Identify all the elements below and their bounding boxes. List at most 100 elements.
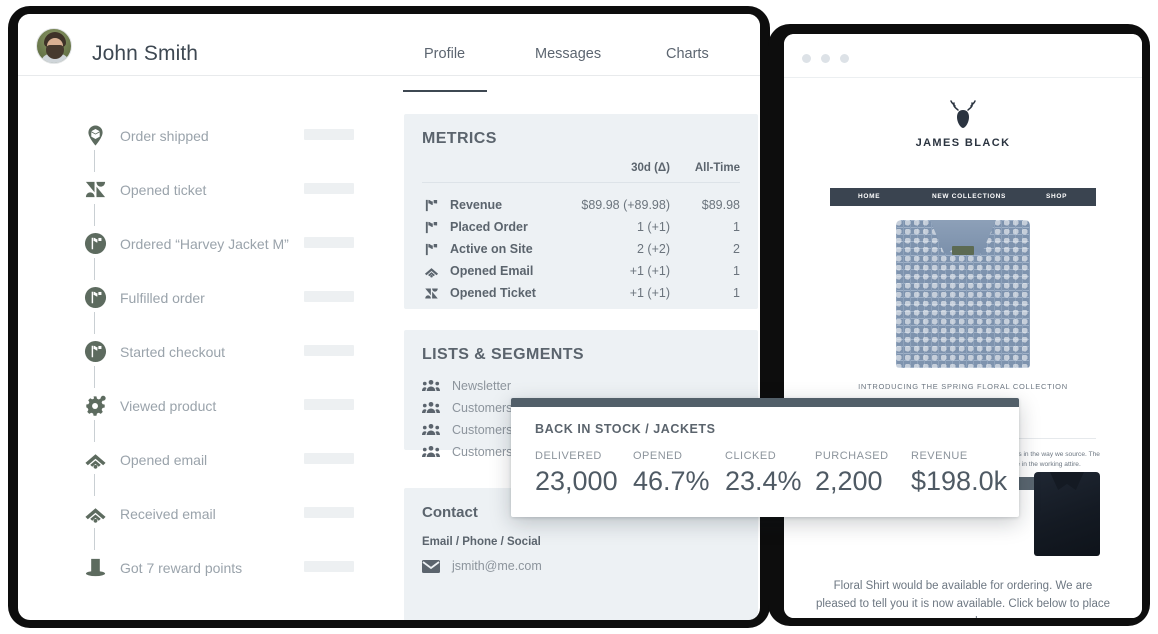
metrics-row: Revenue $89.98 (+89.98) $89.98 xyxy=(404,194,758,216)
people-group-icon xyxy=(422,445,440,459)
metrics-row: Opened Email +1 (+1) 1 xyxy=(404,260,758,282)
signal-icon xyxy=(82,500,108,526)
timeline-connector xyxy=(94,528,95,550)
window-dot-close[interactable] xyxy=(802,54,811,63)
avatar[interactable] xyxy=(36,28,72,64)
metrics-row-alltime: $89.98 xyxy=(701,198,740,212)
people-group-icon xyxy=(422,379,440,393)
metrics-divider xyxy=(422,182,740,183)
email-body: JAMES BLACK HOME NEW COLLECTIONS SHOP IN… xyxy=(784,78,1142,618)
overlay-stat-value: 46.7% xyxy=(633,466,710,496)
lists-title: LISTS & SEGMENTS xyxy=(422,346,584,363)
nav-item-shop[interactable]: SHOP xyxy=(1046,193,1067,200)
tab-profile[interactable]: Profile xyxy=(424,46,465,62)
metrics-row-name: Opened Ticket xyxy=(450,286,536,300)
contact-subtitle: Email / Phone / Social xyxy=(422,536,541,548)
overlay-title: BACK IN STOCK / JACKETS xyxy=(535,422,716,436)
email-navbar: HOME NEW COLLECTIONS SHOP xyxy=(830,188,1096,206)
campaign-stats-overlay: BACK IN STOCK / JACKETS DELIVERED 23,000 O… xyxy=(511,398,1019,517)
overlay-stat-value: 23,000 xyxy=(535,466,618,496)
timeline-connector xyxy=(94,258,95,280)
timeline-item-label: Opened email xyxy=(120,452,208,468)
nav-item-home[interactable]: HOME xyxy=(858,193,880,200)
timeline-item-timestamp-placeholder xyxy=(304,183,354,194)
nav-item-new-collections[interactable]: NEW COLLECTIONS xyxy=(932,193,1006,200)
timeline-item-label: Order shipped xyxy=(120,128,209,144)
flag-circle-icon xyxy=(82,284,108,310)
segment-list-item[interactable]: Newsletter xyxy=(404,376,758,398)
flag-circle-icon xyxy=(82,338,108,364)
people-group-icon xyxy=(422,401,440,415)
overlay-stat-value: 23.4% xyxy=(725,466,802,496)
timeline-item-label: Viewed product xyxy=(120,398,217,414)
overlay-stat: PURCHASED 2,200 xyxy=(815,450,889,497)
window-dot-maximize[interactable] xyxy=(840,54,849,63)
timeline-item[interactable]: Opened ticket xyxy=(18,170,386,224)
hero-caption: INTRODUCING THE SPRING FLORAL COLLECTION xyxy=(858,382,1068,391)
timeline-item-label: Got 7 reward points xyxy=(120,560,243,576)
overlay-accent-bar xyxy=(511,398,1019,407)
timeline-connector xyxy=(94,150,95,172)
overlay-stat-label: PURCHASED xyxy=(815,450,889,462)
timeline-item[interactable]: Started checkout xyxy=(18,332,386,386)
shipping-pin-icon xyxy=(82,122,108,148)
zendesk-icon xyxy=(82,176,108,202)
brand-header: JAMES BLACK xyxy=(784,100,1142,149)
metrics-col-alltime: All-Time xyxy=(694,162,740,174)
flag-icon xyxy=(422,240,440,258)
overlay-stat-value: 2,200 xyxy=(815,466,883,496)
metrics-row-name: Active on Site xyxy=(450,242,533,256)
timeline-item[interactable]: Got 7 reward points xyxy=(18,548,386,602)
flag-circle-icon xyxy=(82,230,108,256)
tab-charts[interactable]: Charts xyxy=(666,46,709,62)
people-group-icon xyxy=(422,423,440,437)
metrics-title: METRICS xyxy=(422,130,497,147)
envelope-icon xyxy=(422,560,440,573)
segment-list-item-label: Newsletter xyxy=(452,379,512,393)
email-body-copy: Floral Shirt would be available for orde… xyxy=(815,580,1111,618)
page-title: John Smith xyxy=(92,42,199,65)
timeline-item[interactable]: Opened email xyxy=(18,440,386,494)
profile-content-column: METRICS 30d (Δ) All-Time Revenue $89.98 (… xyxy=(386,76,760,620)
timeline-item[interactable]: Order shipped xyxy=(18,116,386,170)
metrics-row-30d: +1 (+1) xyxy=(629,286,670,300)
metrics-row-alltime: 1 xyxy=(733,220,740,234)
timeline-item-timestamp-placeholder xyxy=(304,345,354,356)
zendesk-icon xyxy=(422,284,440,302)
timeline-item-timestamp-placeholder xyxy=(304,399,354,410)
metrics-row-alltime: 1 xyxy=(733,286,740,300)
flag-icon xyxy=(422,218,440,236)
overlay-stat: OPENED 46.7% xyxy=(633,450,710,497)
brand-name: JAMES BLACK xyxy=(915,137,1011,149)
signal-icon xyxy=(82,446,108,472)
metrics-row: Placed Order 1 (+1) 1 xyxy=(404,216,758,238)
metrics-row-name: Placed Order xyxy=(450,220,528,234)
timeline-item-timestamp-placeholder xyxy=(304,129,354,140)
timeline-item[interactable]: Ordered “Harvey Jacket M” xyxy=(18,224,386,278)
tab-messages[interactable]: Messages xyxy=(535,46,601,62)
timeline-connector xyxy=(94,474,95,496)
timeline-item[interactable]: Received email xyxy=(18,494,386,548)
overlay-stat-label: OPENED xyxy=(633,450,683,462)
metrics-row: Active on Site 2 (+2) 2 xyxy=(404,238,758,260)
metrics-row-30d: +1 (+1) xyxy=(629,264,670,278)
metrics-row-30d: 1 (+1) xyxy=(636,220,670,234)
timeline-connector xyxy=(94,204,95,226)
window-dot-minimize[interactable] xyxy=(821,54,830,63)
metrics-card: METRICS 30d (Δ) All-Time Revenue $89.98 (… xyxy=(404,114,758,309)
hero-product-image xyxy=(896,220,1030,368)
email-preview-screen: JAMES BLACK HOME NEW COLLECTIONS SHOP IN… xyxy=(784,34,1142,618)
contact-email-value[interactable]: jsmith@me.com xyxy=(452,559,542,573)
browser-title-bar xyxy=(784,34,1142,78)
metrics-row-30d: $89.98 (+89.98) xyxy=(581,198,670,212)
timeline-item[interactable]: Viewed product xyxy=(18,386,386,440)
metrics-row-alltime: 1 xyxy=(733,264,740,278)
overlay-stat: REVENUE $198.0k xyxy=(911,450,1007,497)
profile-app-screen: John Smith Profile Messages Charts Order… xyxy=(18,14,760,620)
product-thumbnail xyxy=(1034,472,1100,556)
metrics-row-name: Revenue xyxy=(450,198,503,212)
timeline-connector xyxy=(94,366,95,388)
timeline-item[interactable]: Fulfilled order xyxy=(18,278,386,332)
contact-title: Contact xyxy=(422,504,478,521)
overlay-stat-value: $198.0k xyxy=(911,466,1008,496)
